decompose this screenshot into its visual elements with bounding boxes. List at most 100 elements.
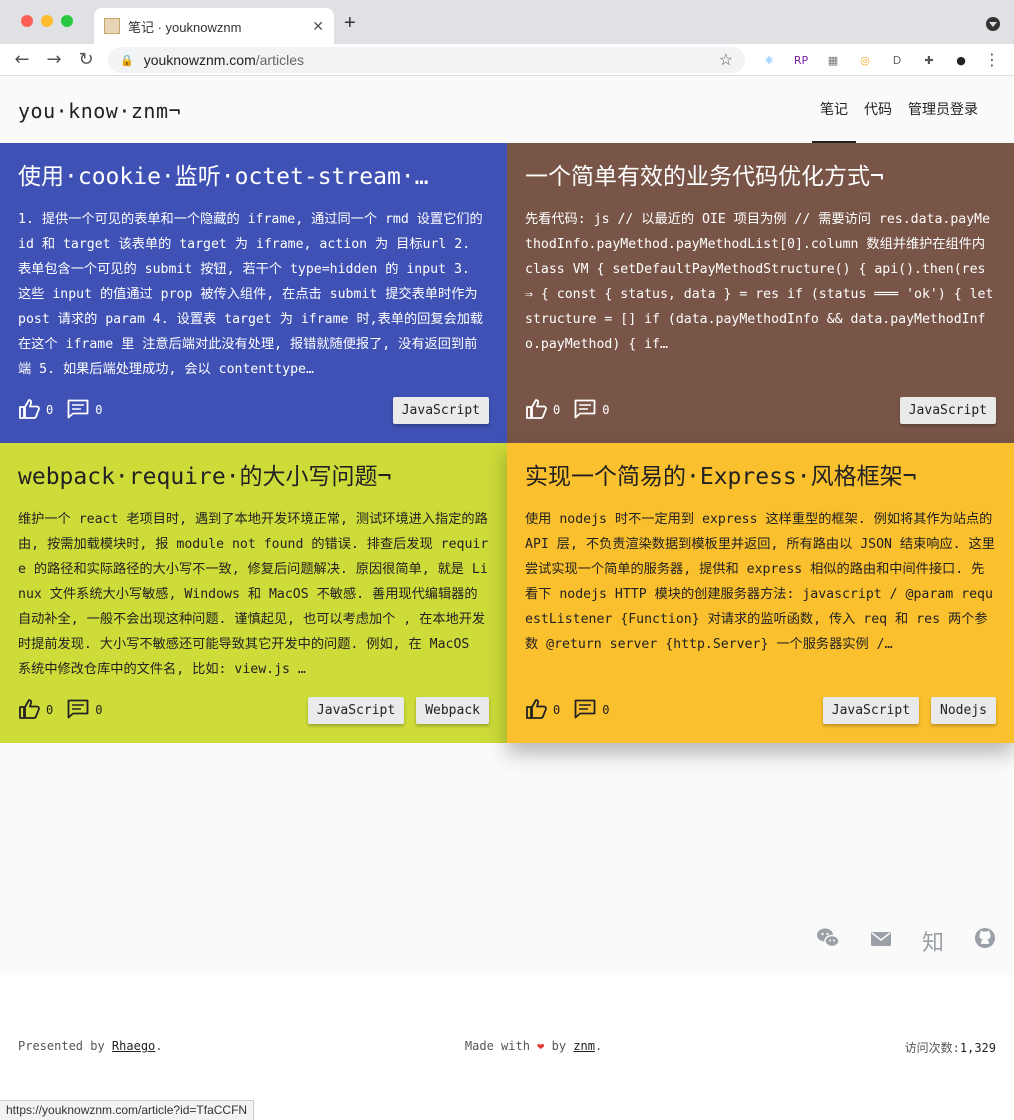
extension-icon[interactable]: RP (791, 50, 811, 70)
nav-item[interactable]: 管理员登录 (900, 77, 986, 143)
article-grid: 使用·cookie·监听·octet-stream·… 1. 提供一个可见的表单… (0, 143, 1014, 743)
reload-icon[interactable]: ↻ (70, 49, 102, 70)
tag-list: JavaScript (899, 396, 996, 424)
visits-count: 1,329 (959, 1041, 996, 1055)
extension-icon[interactable]: ▦ (823, 50, 843, 70)
article-card[interactable]: webpack·require·的大小写问题¬ 维护一个 react 老项目时,… (0, 443, 507, 743)
comment-count: 0 (602, 403, 610, 417)
article-footer: 0 0 JavaScript Webpack (18, 695, 489, 725)
browser-toolbar: ← → ↻ 🔒 youknowznm.com/articles ☆ ⚛ RP ▦ ◎ D… (0, 44, 1014, 76)
thumbs-up-icon (525, 398, 553, 422)
extension-icon[interactable]: ⚛ (759, 50, 779, 70)
tab-title: 笔记 · youknowznm (128, 19, 242, 35)
article-title[interactable]: 实现一个简易的·Express·风格框架¬ (525, 461, 996, 495)
comment-icon (574, 699, 602, 722)
back-icon[interactable]: ← (6, 49, 38, 70)
tag-chip[interactable]: JavaScript (392, 396, 489, 424)
nav-item[interactable]: 代码 (856, 77, 900, 143)
wechat-icon[interactable] (816, 927, 840, 955)
tag-list: JavaScript Webpack (307, 696, 489, 724)
made-suffix: . (595, 1039, 603, 1053)
browser-menu-icon[interactable]: ⋮ (984, 50, 1000, 69)
comment-count: 0 (602, 703, 610, 717)
close-window-button[interactable] (21, 15, 33, 27)
article-footer: 0 0 JavaScript (18, 395, 489, 425)
comment-icon (574, 399, 602, 422)
visits-label: 访问次数: (904, 1041, 960, 1055)
url-host: youknowznm.com (143, 52, 256, 68)
rhaego-link[interactable]: Rhaego (112, 1039, 155, 1053)
url-path: /articles (255, 52, 304, 68)
comment-stat[interactable]: 0 (574, 399, 609, 422)
article-summary: 维护一个 react 老项目时, 遇到了本地开发环境正常, 测试环境进入指定的路… (18, 512, 489, 677)
made-by: by (544, 1039, 574, 1053)
browser-status-bar: https://youknowznm.com/article?id=TfaCCF… (0, 1100, 255, 1120)
comment-icon (67, 399, 95, 422)
like-count: 0 (46, 703, 54, 717)
bookmark-star-icon[interactable]: ☆ (719, 50, 733, 70)
like-stat[interactable]: 0 (18, 698, 54, 722)
article-title[interactable]: 一个简单有效的业务代码优化方式¬ (525, 161, 996, 195)
extension-icon[interactable]: ✚ (919, 50, 939, 70)
like-stat[interactable]: 0 (525, 398, 561, 422)
comment-stat[interactable]: 0 (574, 699, 609, 722)
nav-item[interactable]: 笔记 (812, 77, 856, 143)
browser-tab-strip: 笔记 · youknowznm ✕ + (0, 0, 1014, 44)
extension-icon[interactable]: ● (951, 50, 971, 70)
article-card[interactable]: 一个简单有效的业务代码优化方式¬ 先看代码: js // 以最近的 OIE 项目… (507, 143, 1014, 443)
like-count: 0 (553, 403, 561, 417)
article-footer: 0 0 JavaScript (525, 395, 996, 425)
thumbs-up-icon (525, 698, 553, 722)
like-stat[interactable]: 0 (18, 398, 54, 422)
presented-suffix: . (155, 1039, 163, 1053)
mail-icon[interactable] (870, 929, 892, 954)
made-with: Made with ❤ by znm. (465, 1039, 602, 1056)
address-bar[interactable]: 🔒 youknowznm.com/articles ☆ (108, 47, 745, 73)
extension-icon[interactable]: ◎ (855, 50, 875, 70)
minimize-window-button[interactable] (41, 15, 53, 27)
window-controls (21, 15, 73, 27)
forward-icon[interactable]: → (38, 49, 70, 70)
tag-list: JavaScript Nodejs (822, 696, 996, 724)
article-card[interactable]: 实现一个简易的·Express·风格框架¬ 使用 nodejs 时不一定用到 e… (507, 443, 1014, 743)
article-footer: 0 0 JavaScript Nodejs (525, 695, 996, 725)
social-links: 知 (816, 925, 996, 957)
footer-line: Presented by Rhaego. Made with ❤ by znm.… (18, 1039, 996, 1056)
maximize-window-button[interactable] (61, 15, 73, 27)
znm-link[interactable]: znm (573, 1039, 595, 1053)
article-card[interactable]: 使用·cookie·监听·octet-stream·… 1. 提供一个可见的表单… (0, 143, 507, 443)
tag-chip[interactable]: JavaScript (899, 396, 996, 424)
favicon-icon (104, 18, 120, 34)
comment-stat[interactable]: 0 (67, 399, 102, 422)
article-summary: 使用 nodejs 时不一定用到 express 这样重型的框架. 例如将其作为… (525, 512, 995, 652)
tag-chip[interactable]: Nodejs (931, 696, 996, 724)
visit-counter: 访问次数:1,329 (905, 1039, 996, 1056)
site-header: you·know·znm¬ 笔记 代码 管理员登录 (0, 77, 1014, 143)
tag-list: JavaScript (392, 396, 489, 424)
article-title[interactable]: 使用·cookie·监听·octet-stream·… (18, 161, 489, 195)
article-summary: 先看代码: js // 以最近的 OIE 项目为例 // 需要访问 res.da… (525, 212, 994, 352)
like-count: 0 (553, 703, 561, 717)
comment-icon (67, 699, 95, 722)
like-stat[interactable]: 0 (525, 698, 561, 722)
tag-chip[interactable]: Webpack (416, 696, 489, 724)
site-logo[interactable]: you·know·znm¬ (18, 99, 181, 123)
extension-icon[interactable]: D (887, 50, 907, 70)
comment-stat[interactable]: 0 (67, 699, 102, 722)
thumbs-up-icon (18, 398, 46, 422)
zhihu-icon[interactable]: 知 (922, 925, 944, 957)
presented-by: Presented by Rhaego. (18, 1039, 163, 1056)
lock-icon[interactable]: 🔒 (120, 54, 134, 67)
like-count: 0 (46, 403, 54, 417)
article-summary: 1. 提供一个可见的表单和一个隐藏的 iframe, 通过同一个 rmd 设置它… (18, 212, 484, 377)
tag-chip[interactable]: JavaScript (822, 696, 920, 724)
close-tab-icon[interactable]: ✕ (312, 18, 324, 35)
article-title[interactable]: webpack·require·的大小写问题¬ (18, 461, 489, 495)
browser-tab[interactable]: 笔记 · youknowznm ✕ (94, 8, 334, 44)
tag-chip[interactable]: JavaScript (307, 696, 405, 724)
comment-count: 0 (95, 703, 103, 717)
presented-prefix: Presented by (18, 1039, 112, 1053)
new-tab-button[interactable]: + (344, 12, 356, 35)
github-icon[interactable] (974, 927, 996, 955)
tab-search-icon[interactable] (986, 17, 1000, 31)
